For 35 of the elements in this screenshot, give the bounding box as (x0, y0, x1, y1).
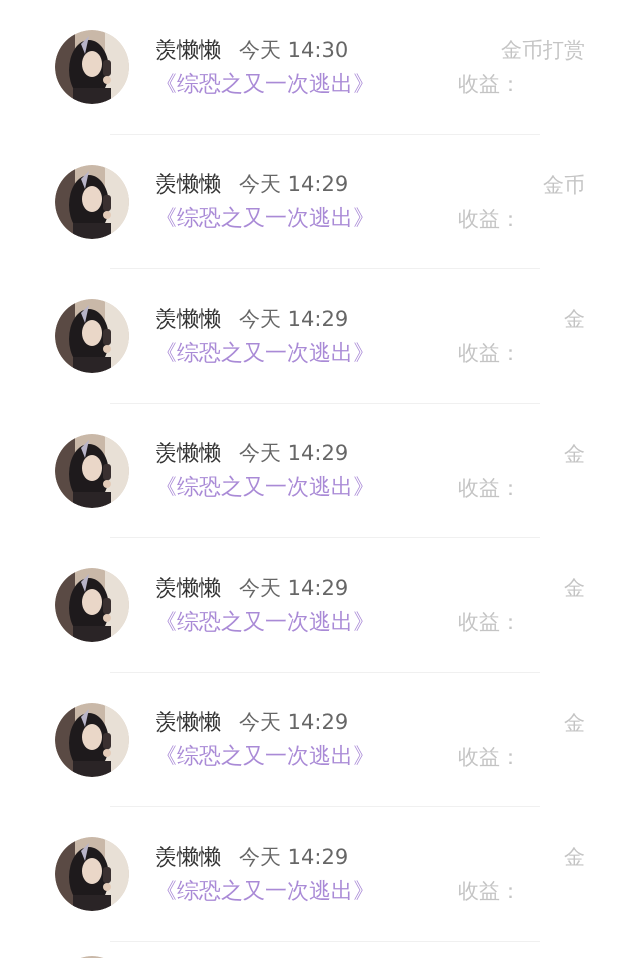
timestamp: 今天 14:29 (239, 440, 348, 468)
earnings-label: 收益： (458, 71, 521, 98)
user-name: 羡懒懒 (155, 306, 221, 334)
earnings-label: 收益： (458, 206, 521, 233)
timestamp: 今天 14:29 (239, 844, 348, 871)
timestamp: 今天 14:29 (239, 306, 348, 333)
reward-type: 金 (564, 710, 585, 737)
user-name: 羡懒懒 (155, 36, 221, 65)
timestamp: 今天 14:29 (239, 171, 348, 198)
timestamp: 今天 14:30 (239, 36, 348, 64)
book-title[interactable]: 《综恐之又一次逃出》 (155, 876, 435, 907)
book-title[interactable]: 《综恐之又一次逃出》 (155, 742, 435, 772)
earnings-label: 收益： (458, 878, 521, 906)
book-title[interactable]: 《综恐之又一次逃出》 (155, 608, 435, 638)
reward-type: 金币打赏 (501, 37, 585, 64)
book-title[interactable]: 《综恐之又一次逃出》 (155, 473, 435, 504)
book-title[interactable]: 《综恐之又一次逃出》 (155, 70, 435, 100)
earnings-label: 收益： (458, 340, 521, 368)
reward-type: 金 (564, 575, 585, 602)
timestamp: 今天 14:29 (239, 574, 348, 602)
book-title[interactable]: 《综恐之又一次逃出》 (155, 204, 435, 234)
earnings-label: 收益： (458, 744, 521, 771)
user-name: 羡懒懒 (155, 440, 221, 468)
earnings-label: 收益： (458, 474, 521, 502)
earnings-label: 收益： (458, 609, 521, 636)
book-title[interactable]: 《综恐之又一次逃出》 (155, 338, 435, 369)
reward-type: 金 (564, 440, 585, 468)
reward-type: 金 (564, 844, 585, 872)
reward-type: 金 (564, 306, 585, 334)
user-name: 羡懒懒 (155, 844, 221, 872)
timestamp: 今天 14:29 (239, 709, 348, 736)
user-name: 羡懒懒 (155, 709, 221, 738)
user-name: 羡懒懒 (155, 171, 221, 200)
reward-type: 金币 (543, 172, 585, 199)
user-name: 羡懒懒 (155, 574, 221, 603)
